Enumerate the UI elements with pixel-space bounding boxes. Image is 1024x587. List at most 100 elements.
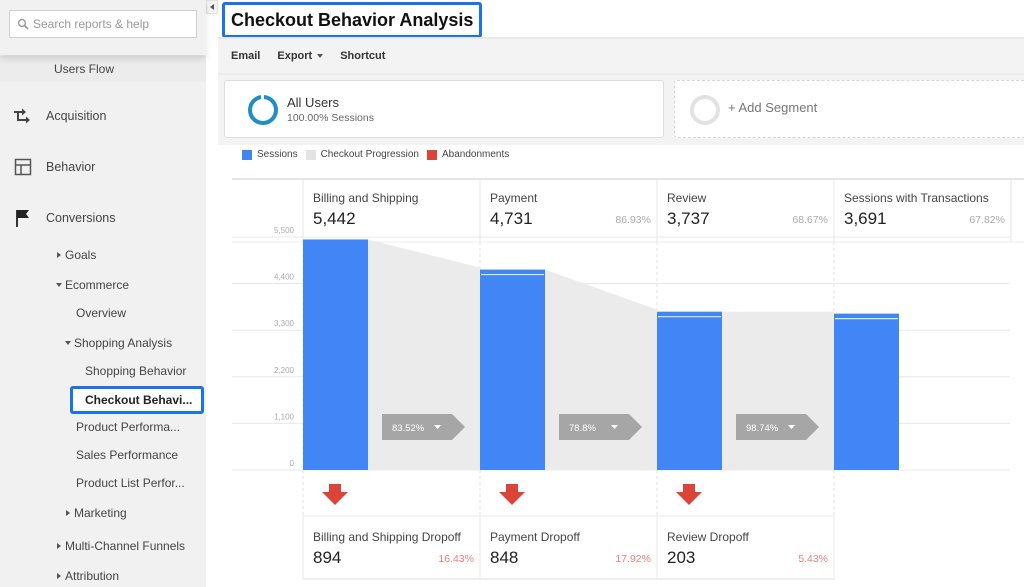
y-tick-label: 5,500 xyxy=(274,226,295,235)
y-tick-label: 3,300 xyxy=(274,319,295,328)
segment-bar: All Users 100.00% Sessions + Add Segment xyxy=(218,75,1024,145)
caret-right-icon xyxy=(57,543,61,549)
page-title: Checkout Behavior Analysis xyxy=(222,2,483,38)
dropoff-value: 894 xyxy=(313,548,341,567)
sidebar-item-label: Shopping Analysis xyxy=(74,336,173,350)
caret-down-icon xyxy=(56,283,62,287)
y-tick-label: 1,100 xyxy=(274,412,295,421)
sessions-bar[interactable] xyxy=(480,269,545,470)
search-input[interactable] xyxy=(33,17,183,31)
search-box[interactable] xyxy=(9,10,197,38)
search-container xyxy=(0,0,206,55)
email-button[interactable]: Email xyxy=(231,50,260,62)
sidebar-item-label: Goals xyxy=(65,248,97,262)
y-tick-label: 2,200 xyxy=(274,366,295,375)
segment-all-users[interactable]: All Users 100.00% Sessions xyxy=(224,80,664,138)
sidebar-item-product-list-performance[interactable]: Product List Perfor... xyxy=(76,476,185,490)
sidebar-item-acquisition[interactable]: Acquisition xyxy=(0,101,206,131)
email-label: Email xyxy=(231,50,261,62)
sidebar-item-label: Overview xyxy=(76,306,127,320)
sidebar-item-label: Acquisition xyxy=(46,109,107,123)
export-button[interactable]: Export xyxy=(277,50,324,62)
segment-ring-gap xyxy=(261,94,264,100)
abandonment-arrow-icon xyxy=(676,484,702,505)
sidebar-item-ecommerce[interactable]: Ecommerce xyxy=(56,278,129,292)
step-label: Sessions with Transactions xyxy=(844,191,989,205)
progression-rate-label: 83.52% xyxy=(392,423,425,434)
sidebar-item-label: Shopping Behavior xyxy=(85,364,187,378)
sessions-bar[interactable] xyxy=(657,311,722,470)
progression-rate-label: 98.74% xyxy=(746,423,779,434)
step-sessions-value: 5,442 xyxy=(313,209,356,228)
caret-right-icon xyxy=(57,573,61,579)
sidebar-item-behavior[interactable]: Behavior xyxy=(0,152,206,182)
dropoff-value: 848 xyxy=(490,548,518,567)
add-segment-button[interactable]: + Add Segment xyxy=(674,80,1024,138)
sidebar-item-overview[interactable]: Overview xyxy=(76,306,126,320)
progression-rate-label: 78.8% xyxy=(569,423,596,434)
title-bar: Checkout Behavior Analysis xyxy=(218,0,1024,38)
dropoff-percentage: 17.92% xyxy=(615,553,651,565)
legend-swatch xyxy=(426,149,437,160)
dropoff-label[interactable]: Billing and Shipping Dropoff xyxy=(313,530,462,544)
sidebar-item-label: Product Performa... xyxy=(76,420,181,434)
step-percentage: 68.67% xyxy=(792,214,828,226)
sidebar-item-label: Attribution xyxy=(65,569,120,583)
sidebar-item-label: Product List Perfor... xyxy=(76,476,185,490)
conversions-flag-icon xyxy=(0,208,46,228)
legend-label: Sessions xyxy=(257,149,298,160)
dropoff-value: 203 xyxy=(667,548,695,567)
sidebar-item-label: Behavior xyxy=(46,160,96,174)
step-sessions-value: 4,731 xyxy=(490,209,533,228)
behavior-layout-icon xyxy=(0,158,46,176)
sidebar-item-product-performance[interactable]: Product Performa... xyxy=(76,420,180,434)
dropoff-percentage: 5.43% xyxy=(798,553,828,565)
step-sessions-value: 3,737 xyxy=(667,209,710,228)
sidebar-item-label: Conversions xyxy=(46,211,116,225)
add-segment-label: + Add Segment xyxy=(728,100,818,115)
sidebar-item-multi-channel-funnels[interactable]: Multi-Channel Funnels xyxy=(57,539,185,553)
shortcut-label: Shortcut xyxy=(340,50,386,62)
step-label: Payment xyxy=(490,191,538,205)
sidebar: Users Flow Acquisition Behavior Conversi… xyxy=(0,0,206,587)
legend-swatch xyxy=(305,149,316,160)
sidebar-item-checkout-behavior[interactable]: Checkout Behavi... xyxy=(70,386,204,414)
report-toolbar: Email Export Shortcut xyxy=(218,37,1024,75)
step-label: Review xyxy=(667,191,707,205)
legend-label: Checkout Progression xyxy=(320,149,419,160)
acquisition-arrows-icon xyxy=(0,107,46,125)
sidebar-item-goals[interactable]: Goals xyxy=(57,248,96,262)
sidebar-collapse-button[interactable] xyxy=(206,0,218,14)
abandonment-arrow-icon xyxy=(322,484,348,505)
y-tick-label: 0 xyxy=(290,459,295,468)
sidebar-item-conversions[interactable]: Conversions xyxy=(0,203,206,233)
sidebar-item-shopping-analysis[interactable]: Shopping Analysis xyxy=(65,336,172,350)
caret-left-icon xyxy=(210,4,214,10)
sidebar-item-label: Ecommerce xyxy=(65,278,130,292)
funnel-svg: 0 1,100 2,200 3,300 4,400 5,500 Billing and Sh… xyxy=(232,178,1024,580)
sessions-bar[interactable] xyxy=(303,239,368,470)
checkout-funnel-chart: 0 1,100 2,200 3,300 4,400 5,500 Billing and Sh… xyxy=(232,178,1024,587)
y-tick-label: 4,400 xyxy=(274,273,295,282)
sidebar-item-shopping-behavior[interactable]: Shopping Behavior xyxy=(85,364,186,378)
caret-right-icon xyxy=(57,252,61,258)
legend-swatch xyxy=(242,149,252,160)
dropoff-label[interactable]: Review Dropoff xyxy=(667,530,749,544)
legend-item-checkout-progression: Checkout Progression xyxy=(305,149,419,160)
shortcut-button[interactable]: Shortcut xyxy=(340,50,385,62)
search-icon xyxy=(17,18,29,30)
step-percentage: 86.93% xyxy=(615,214,651,226)
sidebar-item-sales-performance[interactable]: Sales Performance xyxy=(76,448,178,462)
dropoff-label[interactable]: Payment Dropoff xyxy=(490,530,580,544)
step-sessions-value: 3,691 xyxy=(844,209,887,228)
sidebar-item-marketing[interactable]: Marketing xyxy=(66,506,127,520)
sidebar-item-label: Sales Performance xyxy=(76,448,179,462)
sidebar-item-attribution[interactable]: Attribution xyxy=(57,569,119,583)
step-percentage: 67.82% xyxy=(969,214,1005,226)
sidebar-item-users-flow[interactable]: Users Flow xyxy=(0,56,206,82)
export-label: Export xyxy=(277,50,313,62)
caret-down-icon xyxy=(65,341,71,345)
sessions-bar[interactable] xyxy=(834,313,899,470)
abandonment-arrow-icon xyxy=(499,484,525,505)
dropoff-percentage: 16.43% xyxy=(438,553,474,565)
